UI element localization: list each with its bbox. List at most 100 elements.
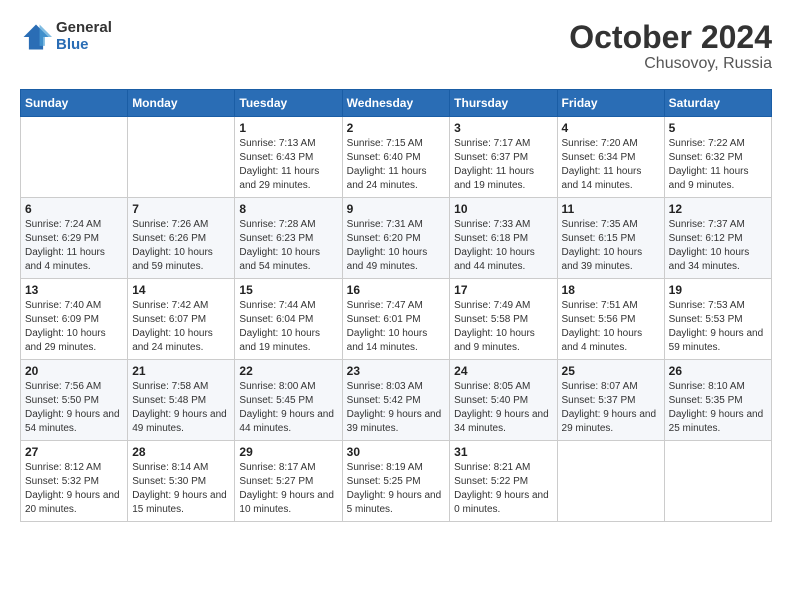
day-detail: Sunrise: 8:10 AM Sunset: 5:35 PM Dayligh…: [669, 380, 767, 436]
day-detail: Sunrise: 7:26 AM Sunset: 6:26 PM Dayligh…: [132, 218, 230, 274]
weekday-header-wednesday: Wednesday: [342, 90, 450, 117]
calendar-cell: 23 Sunrise: 8:03 AM Sunset: 5:42 PM Dayli…: [342, 360, 450, 441]
day-number: 17: [454, 283, 552, 297]
weekday-header-monday: Monday: [128, 90, 235, 117]
calendar-cell: 13Sunrise: 7:40 AM Sunset: 6:09 PM Dayli…: [21, 279, 128, 360]
week-row-4: 20Sunrise: 7:56 AM Sunset: 5:50 PM Dayli…: [21, 360, 772, 441]
location-title: Chusovoy, Russia: [569, 55, 772, 73]
day-detail: Sunrise: 8:21 AM Sunset: 5:22 PM Dayligh…: [454, 461, 552, 517]
calendar-cell: 1Sunrise: 7:13 AM Sunset: 6:43 PM Daylig…: [235, 117, 342, 198]
day-number: 9: [347, 202, 446, 216]
calendar-cell: 4Sunrise: 7:20 AM Sunset: 6:34 PM Daylig…: [557, 117, 664, 198]
calendar-cell: 28 Sunrise: 8:14 AM Sunset: 5:30 PM Dayli…: [128, 441, 235, 522]
day-number: 24: [454, 364, 552, 378]
day-detail: Sunrise: 7:58 AM Sunset: 5:48 PM Dayligh…: [132, 380, 230, 436]
calendar-cell: 7Sunrise: 7:26 AM Sunset: 6:26 PM Daylig…: [128, 198, 235, 279]
calendar-cell: 11 Sunrise: 7:35 AM Sunset: 6:15 PM Dayli…: [557, 198, 664, 279]
calendar-cell: 20Sunrise: 7:56 AM Sunset: 5:50 PM Dayli…: [21, 360, 128, 441]
calendar-cell: 26 Sunrise: 8:10 AM Sunset: 5:35 PM Dayli…: [664, 360, 771, 441]
day-number: 2: [347, 121, 446, 135]
logo-blue-text: Blue: [56, 37, 112, 54]
calendar-cell: 17 Sunrise: 7:49 AM Sunset: 5:58 PM Dayli…: [450, 279, 557, 360]
day-number: 15: [239, 283, 337, 297]
day-detail: Sunrise: 7:31 AM Sunset: 6:20 PM Dayligh…: [347, 218, 446, 274]
week-row-5: 27 Sunrise: 8:12 AM Sunset: 5:32 PM Dayli…: [21, 441, 772, 522]
week-row-1: 1Sunrise: 7:13 AM Sunset: 6:43 PM Daylig…: [21, 117, 772, 198]
day-number: 13: [25, 283, 123, 297]
calendar-cell: [128, 117, 235, 198]
weekday-header-friday: Friday: [557, 90, 664, 117]
day-detail: Sunrise: 7:47 AM Sunset: 6:01 PM Dayligh…: [347, 299, 446, 355]
day-number: 3: [454, 121, 552, 135]
calendar-cell: 12Sunrise: 7:37 AM Sunset: 6:12 PM Dayli…: [664, 198, 771, 279]
title-block: October 2024 Chusovoy, Russia: [569, 20, 772, 73]
day-detail: Sunrise: 8:07 AM Sunset: 5:37 PM Dayligh…: [562, 380, 660, 436]
day-detail: Sunrise: 8:00 AM Sunset: 5:45 PM Dayligh…: [239, 380, 337, 436]
calendar-cell: 10 Sunrise: 7:33 AM Sunset: 6:18 PM Dayli…: [450, 198, 557, 279]
logo-icon: [20, 21, 52, 53]
calendar-cell: 24 Sunrise: 8:05 AM Sunset: 5:40 PM Dayli…: [450, 360, 557, 441]
logo-text: General Blue: [56, 20, 112, 53]
weekday-header-row: SundayMondayTuesdayWednesdayThursdayFrid…: [21, 90, 772, 117]
day-detail: Sunrise: 8:12 AM Sunset: 5:32 PM Dayligh…: [25, 461, 123, 517]
day-detail: Sunrise: 7:13 AM Sunset: 6:43 PM Dayligh…: [239, 137, 337, 193]
day-detail: Sunrise: 7:42 AM Sunset: 6:07 PM Dayligh…: [132, 299, 230, 355]
calendar-table: SundayMondayTuesdayWednesdayThursdayFrid…: [20, 89, 772, 522]
weekday-header-thursday: Thursday: [450, 90, 557, 117]
calendar-cell: [21, 117, 128, 198]
calendar-cell: 29Sunrise: 8:17 AM Sunset: 5:27 PM Dayli…: [235, 441, 342, 522]
day-number: 8: [239, 202, 337, 216]
day-detail: Sunrise: 8:19 AM Sunset: 5:25 PM Dayligh…: [347, 461, 446, 517]
day-number: 11: [562, 202, 660, 216]
day-detail: Sunrise: 7:49 AM Sunset: 5:58 PM Dayligh…: [454, 299, 552, 355]
week-row-2: 6 Sunrise: 7:24 AM Sunset: 6:29 PM Daylig…: [21, 198, 772, 279]
calendar-cell: 15Sunrise: 7:44 AM Sunset: 6:04 PM Dayli…: [235, 279, 342, 360]
day-detail: Sunrise: 7:24 AM Sunset: 6:29 PM Dayligh…: [25, 218, 123, 274]
day-detail: Sunrise: 8:03 AM Sunset: 5:42 PM Dayligh…: [347, 380, 446, 436]
day-number: 21: [132, 364, 230, 378]
weekday-header-sunday: Sunday: [21, 90, 128, 117]
calendar-cell: 9 Sunrise: 7:31 AM Sunset: 6:20 PM Daylig…: [342, 198, 450, 279]
month-title: October 2024: [569, 20, 772, 55]
calendar-cell: 22 Sunrise: 8:00 AM Sunset: 5:45 PM Dayli…: [235, 360, 342, 441]
day-number: 10: [454, 202, 552, 216]
day-detail: Sunrise: 7:17 AM Sunset: 6:37 PM Dayligh…: [454, 137, 552, 193]
day-number: 19: [669, 283, 767, 297]
page-header: General Blue October 2024 Chusovoy, Russ…: [20, 20, 772, 73]
day-number: 26: [669, 364, 767, 378]
calendar-cell: 25 Sunrise: 8:07 AM Sunset: 5:37 PM Dayli…: [557, 360, 664, 441]
weekday-header-saturday: Saturday: [664, 90, 771, 117]
day-detail: Sunrise: 7:22 AM Sunset: 6:32 PM Dayligh…: [669, 137, 767, 193]
weekday-header-tuesday: Tuesday: [235, 90, 342, 117]
day-detail: Sunrise: 8:14 AM Sunset: 5:30 PM Dayligh…: [132, 461, 230, 517]
calendar-cell: 14Sunrise: 7:42 AM Sunset: 6:07 PM Dayli…: [128, 279, 235, 360]
day-number: 28: [132, 445, 230, 459]
day-number: 27: [25, 445, 123, 459]
day-number: 18: [562, 283, 660, 297]
calendar-cell: 3 Sunrise: 7:17 AM Sunset: 6:37 PM Daylig…: [450, 117, 557, 198]
calendar-cell: 5Sunrise: 7:22 AM Sunset: 6:32 PM Daylig…: [664, 117, 771, 198]
calendar-cell: 2 Sunrise: 7:15 AM Sunset: 6:40 PM Daylig…: [342, 117, 450, 198]
day-detail: Sunrise: 7:51 AM Sunset: 5:56 PM Dayligh…: [562, 299, 660, 355]
calendar-cell: [557, 441, 664, 522]
calendar-cell: 27 Sunrise: 8:12 AM Sunset: 5:32 PM Dayli…: [21, 441, 128, 522]
logo: General Blue: [20, 20, 112, 53]
day-number: 23: [347, 364, 446, 378]
day-detail: Sunrise: 7:33 AM Sunset: 6:18 PM Dayligh…: [454, 218, 552, 274]
calendar-cell: 19Sunrise: 7:53 AM Sunset: 5:53 PM Dayli…: [664, 279, 771, 360]
day-detail: Sunrise: 7:15 AM Sunset: 6:40 PM Dayligh…: [347, 137, 446, 193]
day-number: 6: [25, 202, 123, 216]
day-number: 22: [239, 364, 337, 378]
calendar-cell: 8Sunrise: 7:28 AM Sunset: 6:23 PM Daylig…: [235, 198, 342, 279]
day-detail: Sunrise: 8:05 AM Sunset: 5:40 PM Dayligh…: [454, 380, 552, 436]
calendar-cell: 18 Sunrise: 7:51 AM Sunset: 5:56 PM Dayli…: [557, 279, 664, 360]
day-number: 25: [562, 364, 660, 378]
day-number: 16: [347, 283, 446, 297]
calendar-cell: 16 Sunrise: 7:47 AM Sunset: 6:01 PM Dayli…: [342, 279, 450, 360]
day-number: 29: [239, 445, 337, 459]
day-detail: Sunrise: 7:35 AM Sunset: 6:15 PM Dayligh…: [562, 218, 660, 274]
day-number: 20: [25, 364, 123, 378]
calendar-cell: 30Sunrise: 8:19 AM Sunset: 5:25 PM Dayli…: [342, 441, 450, 522]
calendar-cell: 6 Sunrise: 7:24 AM Sunset: 6:29 PM Daylig…: [21, 198, 128, 279]
day-number: 31: [454, 445, 552, 459]
